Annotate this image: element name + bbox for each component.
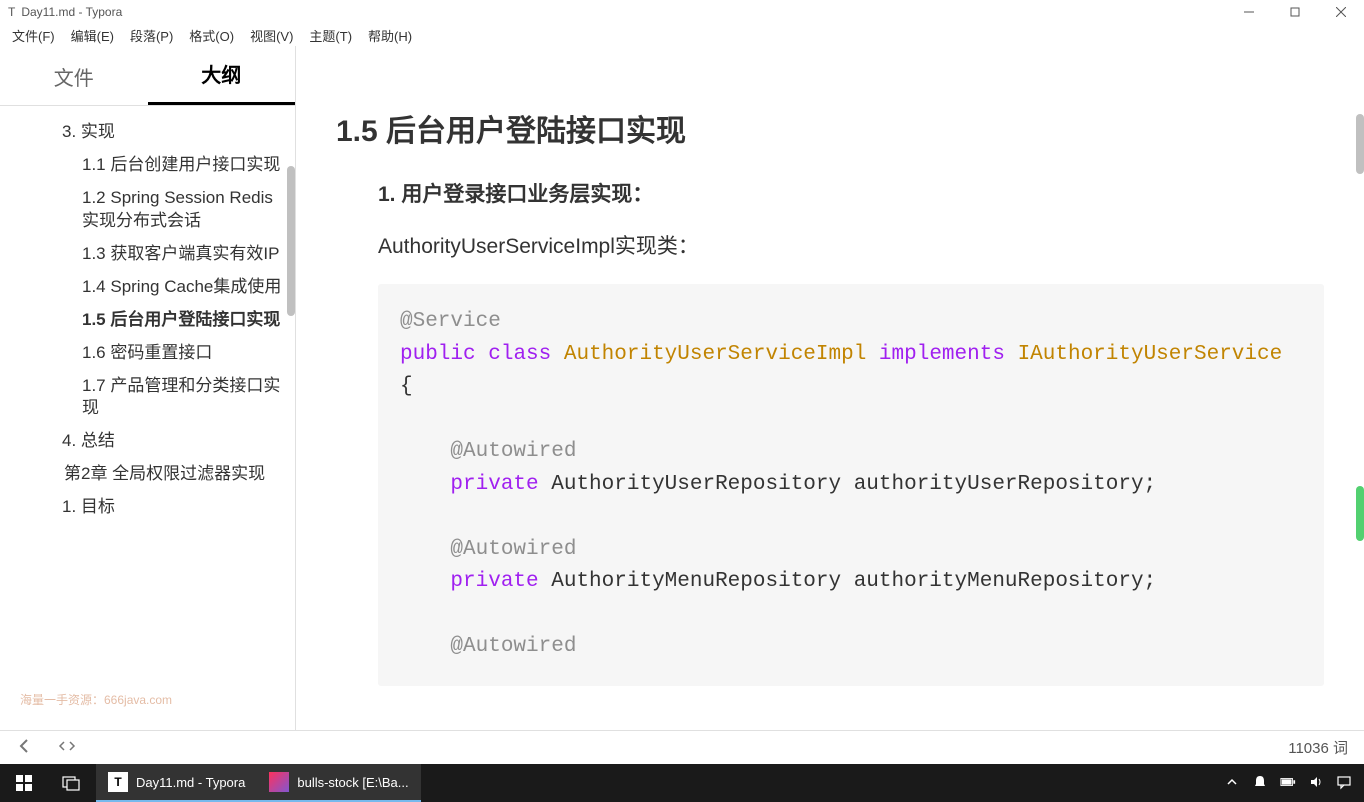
tab-file[interactable]: 文件: [0, 62, 148, 105]
tray-volume-icon[interactable]: [1308, 774, 1324, 793]
outline-item[interactable]: 1.1 后台创建用户接口实现: [12, 149, 295, 182]
tray-battery-icon[interactable]: [1280, 774, 1296, 793]
code-interfacename: IAuthorityUserService: [1018, 343, 1283, 366]
code-keyword: private: [450, 570, 538, 593]
minimize-button[interactable]: [1226, 0, 1272, 24]
code-keyword: implements: [879, 343, 1005, 366]
outline-item[interactable]: 1.7 产品管理和分类接口实现: [12, 370, 295, 426]
outline-item[interactable]: 3. 实现: [12, 116, 295, 149]
sidebar: 文件 大纲 3. 实现 1.1 后台创建用户接口实现 1.2 Spring Se…: [0, 46, 296, 730]
code-view-icon[interactable]: [58, 737, 76, 759]
menu-edit[interactable]: 编辑(E): [63, 26, 122, 45]
code-annotation: @Service: [400, 310, 501, 333]
menu-theme[interactable]: 主题(T): [301, 26, 360, 45]
menubar: 文件(F) 编辑(E) 段落(P) 格式(O) 视图(V) 主题(T) 帮助(H…: [0, 24, 1364, 46]
menu-help[interactable]: 帮助(H): [360, 26, 420, 45]
editor-scrollbar-thumb[interactable]: [1356, 114, 1364, 174]
taskbar-app-intellij[interactable]: bulls-stock [E:\Ba...: [257, 764, 420, 802]
code-annotation: @Autowired: [450, 538, 576, 561]
code-brace: {: [400, 375, 413, 398]
start-button[interactable]: [0, 764, 48, 802]
word-count[interactable]: 11036 词: [1288, 737, 1348, 758]
status-bar: 11036 词: [0, 730, 1364, 764]
intellij-icon: [269, 772, 289, 792]
list-item-1[interactable]: 1. 用户登录接口业务层实现：: [378, 178, 1324, 208]
tray-action-center-icon[interactable]: [1336, 774, 1352, 793]
code-keyword: class: [488, 343, 551, 366]
window-title: Day11.md - Typora: [21, 5, 122, 19]
titlebar-title-group: T Day11.md - Typora: [8, 5, 122, 19]
taskbar-app-label: Day11.md - Typora: [136, 775, 245, 790]
heading-1.5[interactable]: 1.5 后台用户登陆接口实现: [336, 106, 1324, 150]
editor-scrollbar-indicator[interactable]: [1356, 486, 1364, 541]
menu-file[interactable]: 文件(F): [4, 26, 63, 45]
close-button[interactable]: [1318, 0, 1364, 24]
tray-chevron-icon[interactable]: [1224, 774, 1240, 793]
taskbar: T Day11.md - Typora bulls-stock [E:\Ba..…: [0, 764, 1364, 802]
code-text: AuthorityMenuRepository authorityMenuRep…: [551, 570, 1156, 593]
taskbar-app-label: bulls-stock [E:\Ba...: [297, 775, 408, 790]
sidebar-scrollbar-thumb[interactable]: [287, 166, 295, 316]
outline-item[interactable]: 4. 总结: [12, 425, 295, 458]
menu-format[interactable]: 格式(O): [181, 26, 242, 45]
titlebar: T Day11.md - Typora: [0, 0, 1364, 24]
code-keyword: public: [400, 343, 476, 366]
app-icon: T: [8, 5, 15, 19]
code-text: AuthorityUserRepository authorityUserRep…: [551, 473, 1156, 496]
outline-item[interactable]: 1. 目标: [12, 491, 295, 524]
window-controls: [1226, 0, 1364, 24]
code-annotation: @Autowired: [450, 440, 576, 463]
outline-item[interactable]: 1.2 Spring Session Redis实现分布式会话: [12, 182, 295, 238]
menu-paragraph[interactable]: 段落(P): [122, 26, 181, 45]
outline-item[interactable]: 1.3 获取客户端真实有效IP: [12, 238, 295, 271]
code-annotation: @Autowired: [450, 635, 576, 658]
task-view-button[interactable]: [48, 764, 96, 802]
typora-icon: T: [108, 772, 128, 792]
sidebar-tabs: 文件 大纲: [0, 46, 295, 106]
outline-item[interactable]: 1.4 Spring Cache集成使用: [12, 271, 295, 304]
tab-outline[interactable]: 大纲: [148, 59, 296, 105]
code-block[interactable]: @Service public class AuthorityUserServi…: [378, 284, 1324, 686]
watermark-text: 海量一手资源：666java.com: [20, 691, 172, 708]
code-keyword: private: [450, 473, 538, 496]
code-classname: AuthorityUserServiceImpl: [564, 343, 866, 366]
tray-notification-icon[interactable]: [1252, 774, 1268, 793]
editor-content[interactable]: 1.5 后台用户登陆接口实现 1. 用户登录接口业务层实现： Authority…: [296, 46, 1364, 730]
back-icon[interactable]: [16, 737, 34, 759]
taskbar-left: T Day11.md - Typora bulls-stock [E:\Ba..…: [0, 764, 421, 802]
impl-class-desc[interactable]: AuthorityUserServiceImpl实现类：: [378, 230, 1324, 260]
maximize-button[interactable]: [1272, 0, 1318, 24]
system-tray: [1224, 774, 1364, 793]
outline-item-active[interactable]: 1.5 后台用户登陆接口实现: [12, 304, 295, 337]
outline-item[interactable]: 1.6 密码重置接口: [12, 337, 295, 370]
outline-list[interactable]: 3. 实现 1.1 后台创建用户接口实现 1.2 Spring Session …: [0, 106, 295, 730]
status-left: [16, 737, 76, 759]
main-area: 文件 大纲 3. 实现 1.1 后台创建用户接口实现 1.2 Spring Se…: [0, 46, 1364, 730]
editor[interactable]: 1.5 后台用户登陆接口实现 1. 用户登录接口业务层实现： Authority…: [296, 46, 1364, 730]
taskbar-app-typora[interactable]: T Day11.md - Typora: [96, 764, 257, 802]
menu-view[interactable]: 视图(V): [242, 26, 301, 45]
outline-item[interactable]: 第2章 全局权限过滤器实现: [12, 458, 295, 491]
